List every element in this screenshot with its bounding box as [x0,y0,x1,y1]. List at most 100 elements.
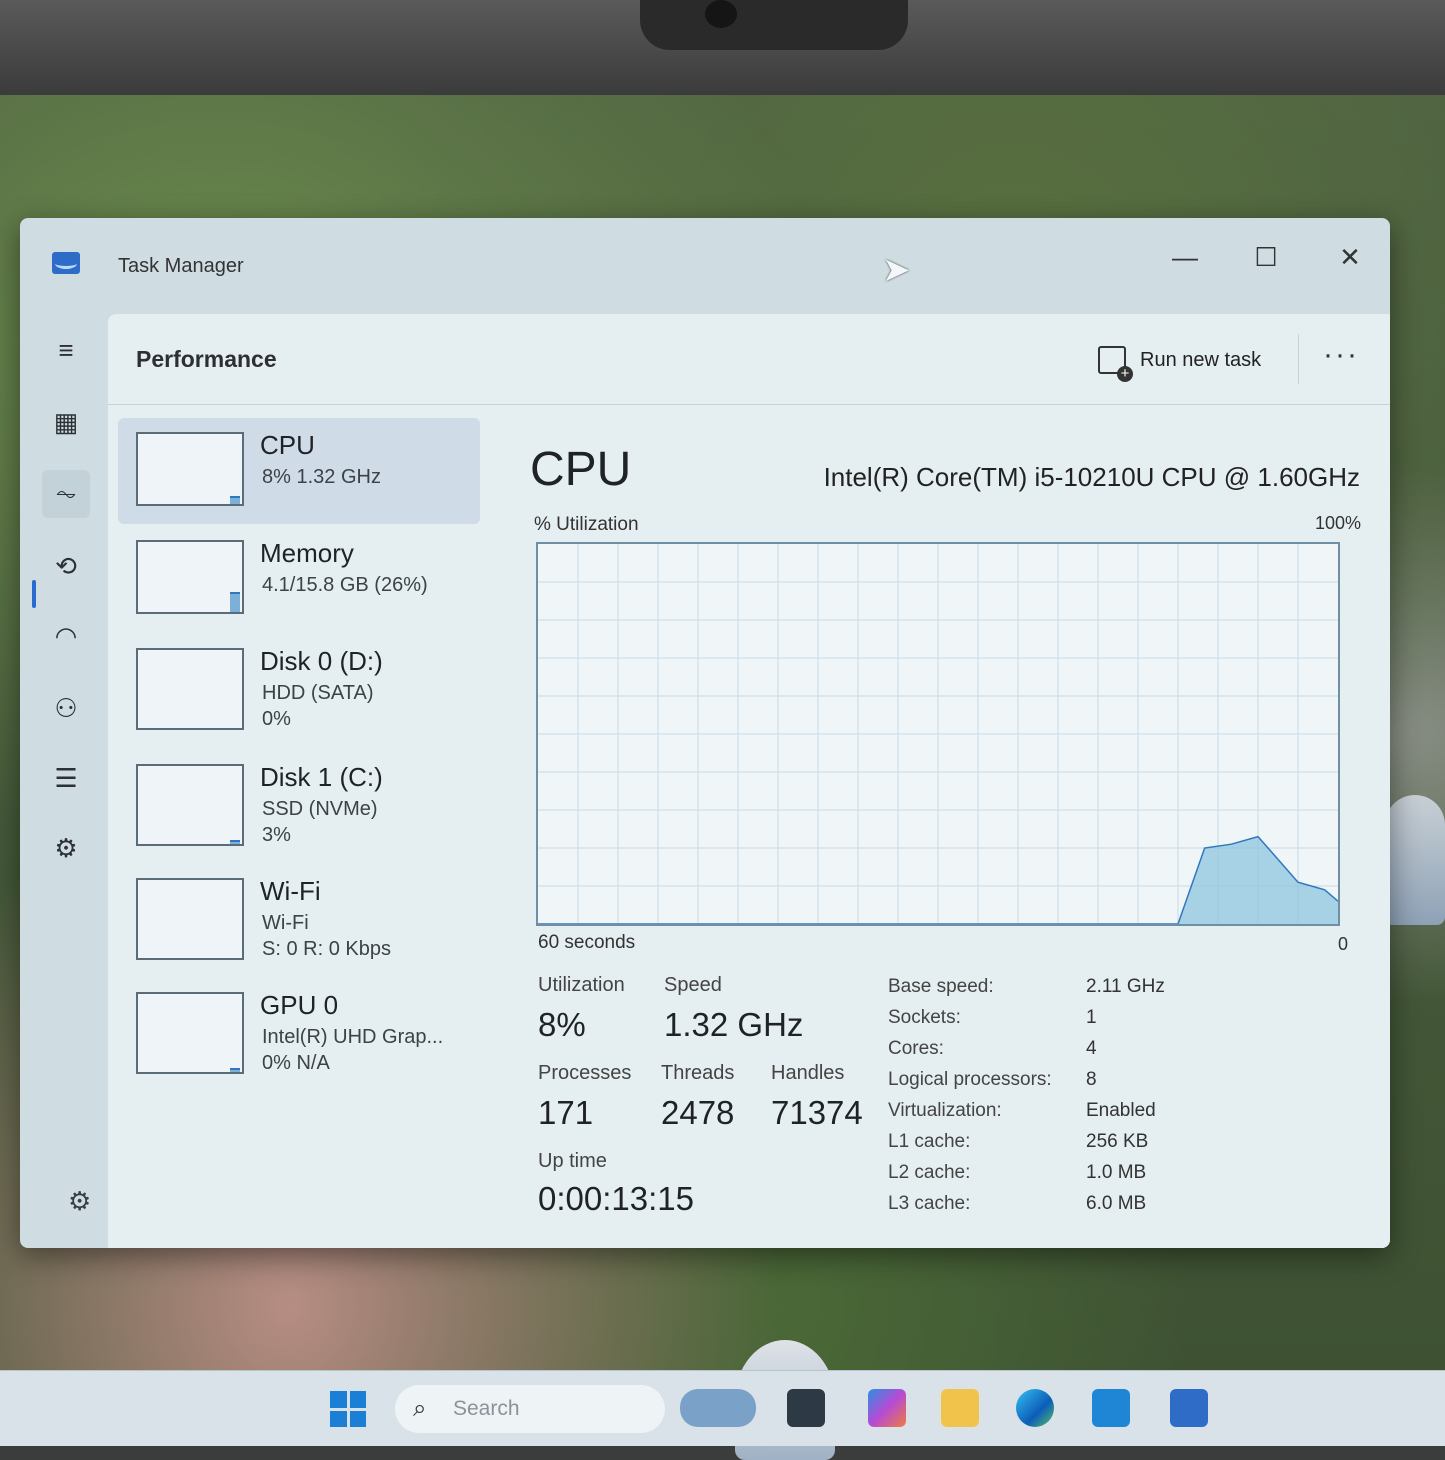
settings-gear-icon[interactable]: ⚙ [68,1186,91,1217]
cpu-thumbnail [136,432,244,506]
more-options-icon[interactable]: ··· [1323,338,1359,372]
spec-value: 2.11 GHz [1086,976,1165,997]
device-name: Disk 1 (C:) [260,762,383,792]
gpu0-thumbnail [136,992,244,1074]
hamburger-menu-icon[interactable]: ≡ [42,326,90,374]
spec-key: Base speed: [888,976,994,997]
threads-value: 2478 [661,1094,735,1131]
maximize-button[interactable]: ☐ [1236,232,1296,282]
uptime-label: Up time [538,1150,607,1172]
spec-key: L3 cache: [888,1193,971,1214]
search-icon: ⌕ [413,1395,427,1422]
services-icon[interactable]: ⚙ [42,824,90,872]
time-axis-start-label: 60 seconds [538,932,636,953]
device-detail-secondary: 3% [262,824,291,846]
cpu-utilization-chart [538,544,1338,924]
device-name: Memory [260,538,354,568]
device-item-cpu[interactable]: CPU 8% 1.32 GHz [118,418,480,524]
device-detail: HDD (SATA) [262,682,374,704]
startup-apps-icon[interactable]: ◠ [42,612,90,660]
task-view-icon[interactable] [787,1389,825,1427]
taskbar-search-box[interactable]: ⌕ Search [395,1385,665,1433]
cpu-heading: CPU [530,443,632,496]
threads-label: Threads [661,1062,735,1084]
widgets-icon[interactable] [680,1389,756,1427]
device-name: Wi-Fi [260,876,321,906]
device-detail: SSD (NVMe) [262,798,378,820]
device-detail-secondary: 0% N/A [262,1052,330,1074]
device-item-disk0[interactable]: Disk 0 (D:) HDD (SATA) 0% [118,634,480,740]
disk1-thumbnail [136,764,244,846]
spec-key: Logical processors: [888,1069,1052,1090]
disk1-thumbnail-fill [230,839,240,844]
memory-thumbnail-fill [230,591,240,612]
minimize-button[interactable]: — [1155,232,1215,282]
task-manager-window: Task Manager — ☐ ✕ ➤ ≡ ▦ ⏦ ⟲ ◠ ⚇ ☰ ⚙ Per… [20,218,1390,1248]
time-axis-end-label: 0 [1337,934,1348,954]
memory-thumbnail [136,540,244,614]
device-item-memory[interactable]: Memory 4.1/15.8 GB (26%) [118,526,480,632]
window-title: Task Manager [118,255,244,277]
device-name: GPU 0 [260,990,339,1020]
webcam-lens [705,0,737,28]
device-detail: Intel(R) UHD Grap... [262,1026,444,1048]
spec-value: 1.0 MB [1086,1162,1147,1183]
spec-value: 8 [1086,1069,1097,1090]
handles-value: 71374 [771,1094,863,1131]
file-explorer-icon[interactable] [941,1389,979,1427]
windows-taskbar: ⌕ Search [0,1370,1445,1446]
processes-label: Processes [538,1062,632,1084]
device-detail-secondary: 0% [262,708,291,730]
spec-key: L2 cache: [888,1162,971,1183]
close-button[interactable]: ✕ [1320,232,1380,282]
run-new-task-label: Run new task [1140,348,1262,371]
app-history-icon[interactable]: ⟲ [42,542,90,590]
cpu-model-name: Intel(R) Core(TM) i5-10210U CPU @ 1.60GH… [823,462,1360,492]
spec-key: Virtualization: [888,1100,1002,1121]
utilization-max-label: 100% [1314,513,1361,533]
start-button-icon[interactable] [330,1391,366,1427]
utilization-axis-label: % Utilization [534,514,639,535]
side-navigation: ≡ ▦ ⏦ ⟲ ◠ ⚇ ☰ ⚙ [20,310,108,1248]
wifi-thumbnail [136,878,244,960]
page-title: Performance [136,346,277,372]
device-detail-secondary: S: 0 R: 0 Kbps [262,938,391,960]
device-item-wifi[interactable]: Wi-Fi Wi-Fi S: 0 R: 0 Kbps [118,864,480,970]
cpu-utilization-graph [536,542,1340,926]
speed-value: 1.32 GHz [664,1006,804,1043]
spec-value: Enabled [1086,1100,1156,1121]
task-manager-taskbar-icon[interactable] [1170,1389,1208,1427]
device-name: CPU [260,430,315,460]
details-icon[interactable]: ☰ [42,754,90,802]
users-icon[interactable]: ⚇ [42,684,90,732]
edge-browser-icon[interactable] [1016,1389,1054,1427]
utilization-value: 8% [538,1006,586,1043]
gpu0-thumbnail-fill [230,1068,240,1072]
device-detail: 4.1/15.8 GB (26%) [262,574,428,596]
performance-icon[interactable]: ⏦ [42,470,90,518]
spec-value: 6.0 MB [1086,1193,1147,1214]
spec-key: Sockets: [888,1007,961,1028]
title-bar[interactable]: Task Manager — ☐ ✕ ➤ [20,218,1390,310]
page-header: Performance Run new task ··· [108,314,1390,405]
spec-value: 1 [1086,1007,1097,1028]
utilization-label: Utilization [538,974,625,996]
spec-value: 256 KB [1086,1131,1149,1152]
device-item-disk1[interactable]: Disk 1 (C:) SSD (NVMe) 3% [118,750,480,856]
microsoft-365-icon[interactable] [868,1389,906,1427]
handles-label: Handles [771,1062,845,1084]
processes-icon[interactable]: ▦ [42,398,90,446]
device-item-gpu0[interactable]: GPU 0 Intel(R) UHD Grap... 0% N/A [118,978,480,1084]
active-nav-indicator [32,580,36,608]
device-detail: 8% 1.32 GHz [262,466,381,488]
cpu-thumbnail-fill [230,496,240,504]
processes-value: 171 [538,1094,594,1131]
microsoft-store-icon[interactable] [1092,1389,1130,1427]
search-placeholder: Search [453,1397,520,1420]
webcam-cover [640,0,908,50]
device-name: Disk 0 (D:) [260,646,383,676]
spec-value: 4 [1086,1038,1097,1059]
task-manager-app-icon [52,252,80,274]
spec-key: Cores: [888,1038,944,1059]
run-new-task-button[interactable]: Run new task [1098,342,1262,382]
